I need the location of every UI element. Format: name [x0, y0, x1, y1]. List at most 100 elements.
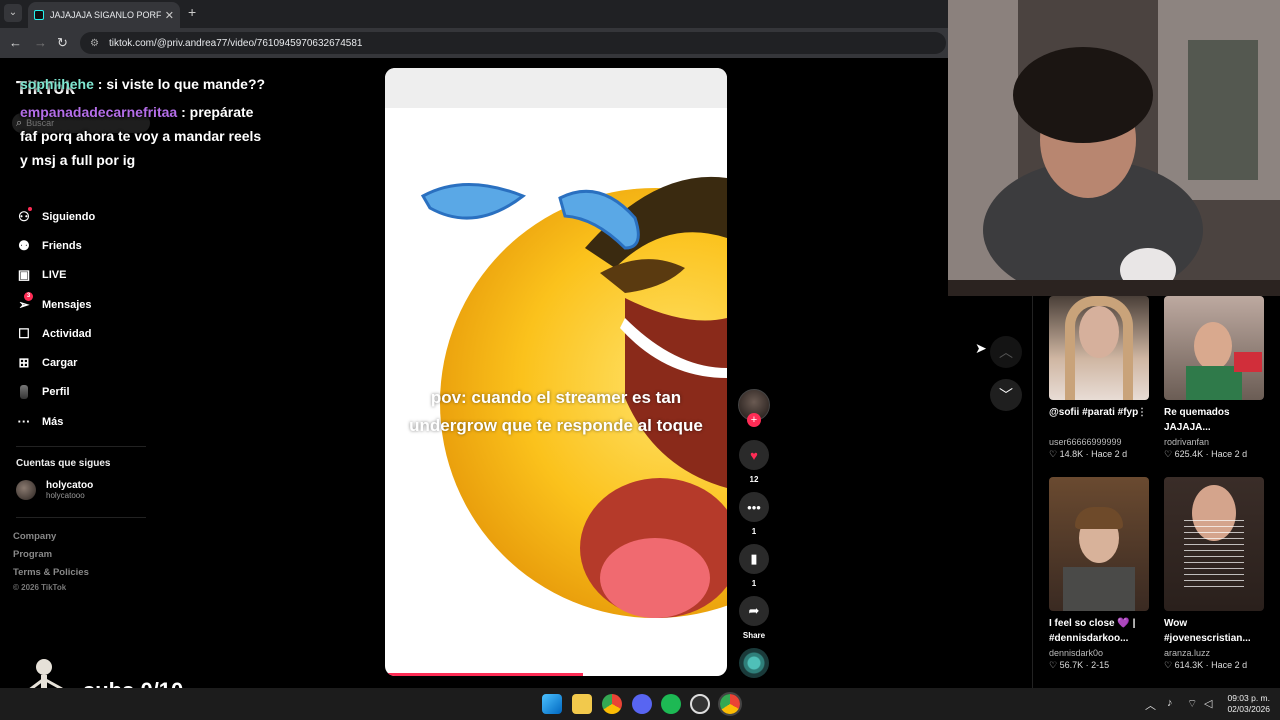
sidebar-item-label: Cargar [42, 357, 78, 370]
recommended-video-card[interactable]: Wow #jovenescristian... aranza.luzz ♡ 61… [1164, 477, 1264, 671]
mouse-cursor-icon: ➤ [975, 340, 987, 356]
divider [16, 517, 146, 518]
recommended-video-card[interactable]: Re quemados JAJAJA... rodrivanfan ♡ 625.… [1164, 296, 1264, 460]
tab-search-button[interactable]: ⌄ [4, 4, 22, 22]
following-account[interactable]: holycatoo holycatooo [16, 480, 93, 500]
forward-icon[interactable]: → [34, 35, 47, 50]
video-progress-bar[interactable] [385, 673, 727, 676]
sidebar-item-mensajes[interactable]: ➢ 3 Mensajes [16, 290, 95, 319]
volume-icon[interactable]: ◁ [1204, 697, 1212, 710]
activity-icon: ☐ [18, 325, 30, 341]
sidebar-item-label: Actividad [42, 327, 92, 340]
card-user[interactable]: rodrivanfan [1164, 437, 1264, 447]
follow-plus-icon[interactable]: + [747, 413, 761, 427]
browser-tab-bar: ⌄ JAJAJAJA SIGANLO PORFA, NECESITA AMIGO… [0, 0, 948, 28]
comment-button[interactable]: ••• 1 [737, 492, 771, 536]
url-text: tiktok.com/@priv.andrea77/video/76109459… [108, 37, 363, 49]
card-title[interactable]: @sofii #parati #fyp ⋮ [1049, 405, 1149, 435]
card-title[interactable]: Re quemados JAJAJA... [1164, 405, 1264, 435]
browser-tab[interactable]: JAJAJAJA SIGANLO PORFA, NECESITA AMIGOS … [28, 2, 180, 28]
copyright: © 2026 TikTok [13, 583, 67, 592]
profile-icon [20, 385, 28, 400]
tab-title: JAJAJAJA SIGANLO PORFA, NECESITA AMIGOS [50, 10, 161, 20]
footer-link-terms[interactable]: Terms & Policies [13, 567, 89, 578]
sidebar-item-mas[interactable]: ··· Más [16, 407, 95, 436]
chat-message: sophiihehe : si viste lo que mande?? [20, 76, 266, 92]
sidebar-item-friends[interactable]: ⚉ Friends [16, 231, 95, 260]
laughing-emoji-image [385, 68, 727, 618]
previous-video-button[interactable]: ︿ [990, 336, 1022, 368]
video-thumbnail[interactable] [1164, 296, 1264, 400]
more-options-icon[interactable]: ⋮ [1137, 405, 1147, 420]
url-field[interactable]: ⚙ tiktok.com/@priv.andrea77/video/761094… [80, 32, 946, 54]
microphone-icon[interactable]: ♪ [1167, 697, 1173, 709]
video-author[interactable]: priv.andrea77 [393, 630, 451, 640]
card-title[interactable]: I feel so close 💜 | #dennisdarkoo... [1049, 616, 1149, 646]
chat-username: empanadadecarnefritaa [20, 104, 178, 120]
card-meta: ♡ 625.4K · Hace 2 d [1164, 449, 1248, 459]
sidebar-item-live[interactable]: ▣ LIVE [16, 261, 95, 290]
sidebar-item-cargar[interactable]: ⊞ Cargar [16, 348, 95, 377]
file-explorer-icon[interactable] [572, 694, 592, 714]
card-user[interactable]: aranza.luzz [1164, 648, 1264, 658]
comment-icon: ••• [739, 492, 769, 522]
site-info-icon[interactable]: ⚙ [90, 38, 99, 49]
recommended-video-card[interactable]: @sofii #parati #fyp ⋮ user66666999999 ♡ 1… [1049, 296, 1149, 460]
address-bar-row: ← → ↻ ⚙ tiktok.com/@priv.andrea77/video/… [0, 28, 948, 58]
card-meta: ♡ 14.8K · Hace 2 d [1049, 449, 1128, 459]
windows-start-icon[interactable] [542, 694, 562, 714]
clock-time: 09:03 p. m. [1227, 693, 1270, 703]
avatar [16, 480, 36, 500]
sidebar-item-label: Friends [42, 239, 82, 252]
next-video-button[interactable]: ﹀ [990, 379, 1022, 411]
clock[interactable]: 09:03 p. m. 02/03/2026 [1226, 693, 1270, 715]
card-meta: ♡ 614.3K · Hace 2 d [1164, 660, 1248, 670]
like-count: 12 [749, 475, 759, 484]
webcam-image [948, 0, 1280, 296]
chevron-up-icon[interactable]: ︿ [1145, 697, 1156, 713]
back-icon[interactable]: ← [9, 35, 22, 50]
chrome-icon[interactable] [602, 694, 622, 714]
card-user[interactable]: user66666999999 [1049, 437, 1149, 447]
share-icon: ➦ [739, 596, 769, 626]
sidebar-item-actividad[interactable]: ☐ Actividad [16, 319, 95, 348]
reload-icon[interactable]: ↻ [57, 35, 68, 51]
video-description: JAJAJAJA SIGANLO PORFA, NECESITA AMIGOS#… [393, 655, 660, 665]
like-button[interactable]: ♥ 12 [737, 440, 771, 484]
recommended-video-card[interactable]: I feel so close 💜 | #dennisdarkoo... den… [1049, 477, 1149, 671]
card-title[interactable]: Wow #jovenescristian... [1164, 616, 1264, 646]
card-user[interactable]: dennisdark0o [1049, 648, 1149, 658]
video-author-line[interactable]: priv.andrea77 · Hace 5 d [393, 630, 495, 640]
sidebar-item-perfil[interactable]: Perfil [16, 378, 95, 407]
discord-icon[interactable] [632, 694, 652, 714]
video-posted: Hace 5 d [458, 630, 495, 640]
tiktok-favicon-icon [34, 10, 44, 20]
spotify-icon[interactable] [661, 694, 681, 714]
following-section-title: Cuentas que sigues [16, 458, 111, 469]
music-disc[interactable] [737, 648, 771, 678]
taskbar: ︿ ♪ ⌔ ◁ 09:03 p. m. 02/03/2026 [0, 688, 1280, 720]
creator-avatar-button[interactable]: + [737, 389, 771, 427]
save-button[interactable]: ▮ 1 [737, 544, 771, 588]
share-button[interactable]: ➦ Share [737, 596, 771, 640]
video-thumbnail[interactable] [1049, 296, 1149, 400]
chat-username: sophiihehe [20, 76, 94, 92]
heart-icon: ♥ [739, 440, 769, 470]
close-tab-icon[interactable]: ✕ [165, 9, 174, 22]
divider [1032, 296, 1033, 688]
account-name: holycatoo [46, 480, 94, 491]
new-tab-button[interactable]: + [188, 4, 196, 20]
account-handle: holycatooo [46, 491, 85, 500]
sidebar-item-siguiendo[interactable]: ⚇ Siguiendo [16, 202, 95, 231]
divider [16, 446, 146, 447]
footer-link-company[interactable]: Company [13, 531, 56, 542]
video-thumbnail[interactable] [1164, 477, 1264, 611]
footer-link-program[interactable]: Program [13, 549, 52, 560]
obs-icon[interactable] [690, 694, 710, 714]
video-thumbnail[interactable] [1049, 477, 1149, 611]
wifi-icon[interactable]: ⌔ [1187, 697, 1197, 711]
chrome-active-icon[interactable] [718, 692, 742, 716]
video-player[interactable]: pov: cuando el streamer es tan undergrow… [385, 68, 727, 676]
bookmark-icon: ▮ [739, 544, 769, 574]
video-caption: pov: cuando el streamer es tan undergrow… [409, 388, 703, 435]
